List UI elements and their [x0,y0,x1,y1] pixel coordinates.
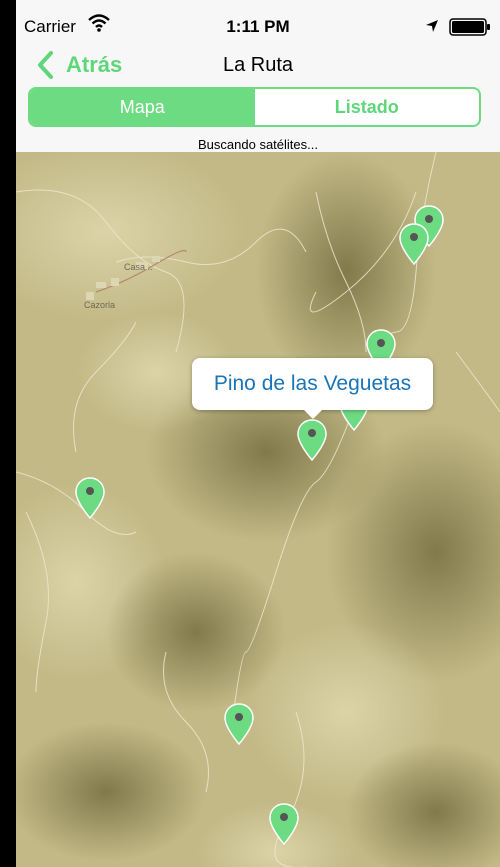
map-pin-icon[interactable] [296,418,328,462]
status-bar: Carrier 1:11 PM [16,0,500,40]
place-label-casa: Casa... [124,262,153,272]
navigation-bar: Atrás La Ruta [16,40,500,88]
page-title: La Ruta [222,54,294,76]
callout-title: Pino de las Veguetas [213,372,412,395]
map-pin-icon[interactable] [398,222,430,266]
map-pin-icon[interactable] [268,802,300,846]
pin-callout[interactable]: Pino de las Veguetas [192,358,433,419]
map-view[interactable]: Cazorla Casa... Pino de las Veguetas [16,152,500,867]
segment-list[interactable]: Listado [255,89,480,125]
map-pin-icon[interactable] [74,476,106,520]
map-pin-icon[interactable] [223,702,255,746]
phone-screen: Carrier 1:11 PM Atrás La Ruta Mapa Lista… [16,0,500,867]
segment-map[interactable]: Mapa [30,89,255,125]
place-label-cazorla: Cazorla [84,300,116,310]
gps-status-message: Buscando satélites... [198,137,318,152]
view-segmented-control: Mapa Listado [28,87,481,127]
location-arrow-icon [426,20,438,32]
battery-icon [449,18,490,36]
